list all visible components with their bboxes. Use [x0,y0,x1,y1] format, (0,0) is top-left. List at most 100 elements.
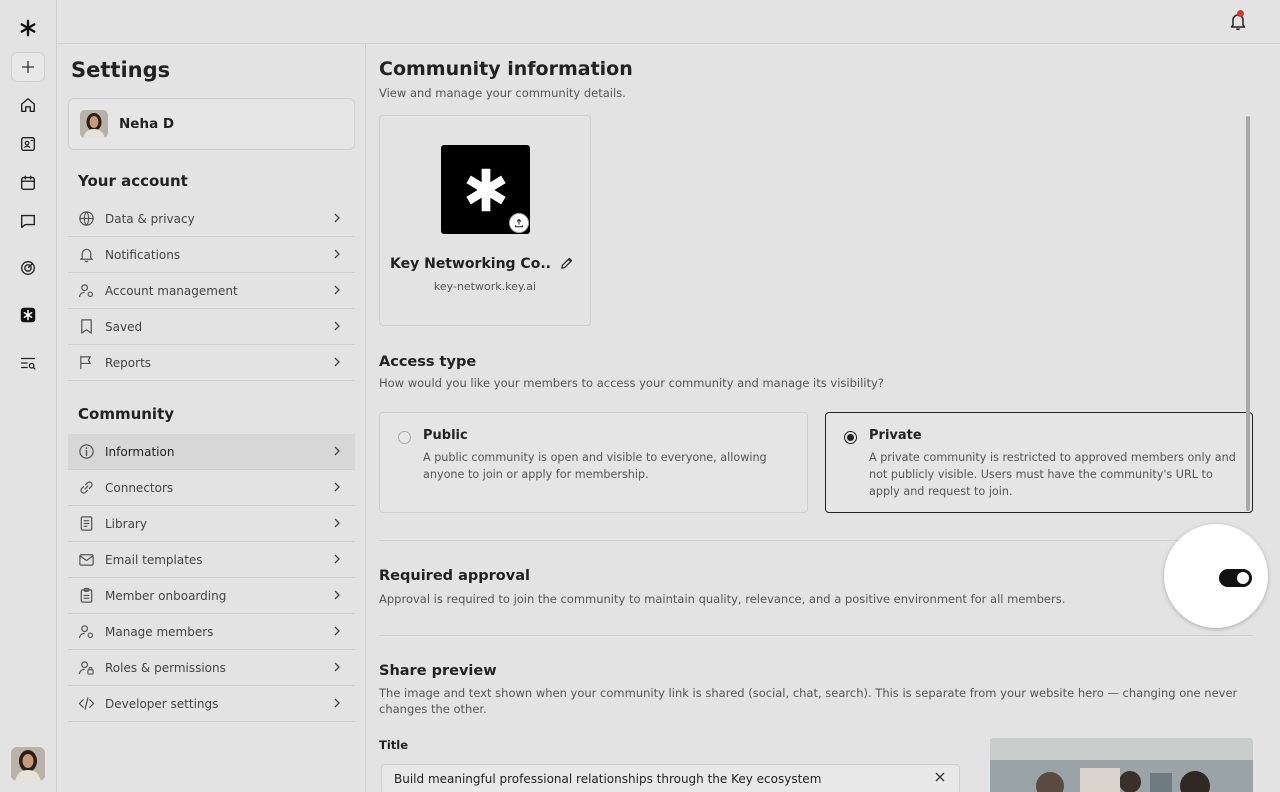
toggle-knob [1237,572,1249,584]
required-approval-toggle[interactable] [1219,569,1252,587]
top-bar [57,0,1280,44]
option-description: A private community is restricted to app… [869,451,1236,498]
divider [379,540,1253,541]
community-icon[interactable] [11,300,45,330]
nav-item-roles-permissions[interactable]: Roles & permissions [68,650,355,686]
user-lock-icon [78,659,95,676]
nav-label: Data & privacy [105,211,195,226]
chevron-right-icon [334,662,340,672]
chevron-right-icon [334,698,340,708]
avatar [80,110,108,138]
mail-icon [78,551,95,568]
chevron-right-icon [334,321,340,331]
required-approval-title: Required approval [379,568,530,584]
radio-selected-dot [847,434,854,441]
nav-label: Reports [105,355,152,370]
nav-item-connectors[interactable]: Connectors [68,470,355,506]
account-nav: Data & privacy Notifications Account man… [68,201,355,381]
pencil-icon[interactable] [559,256,574,271]
chevron-right-icon [334,626,340,636]
community-information-main: Community information View and manage yo… [366,44,1280,792]
community-heading: Community [78,405,175,423]
settings-panel: Settings Neha D Your account Data & priv… [57,44,366,792]
public-radio[interactable] [398,431,411,444]
calendar-icon[interactable] [11,168,45,198]
add-icon[interactable] [11,52,45,82]
nav-item-manage-members[interactable]: Manage members [68,614,355,650]
upload-icon[interactable] [509,213,529,233]
clipboard-icon [78,587,95,604]
title-field-label: Title [379,738,409,752]
nav-item-account-management[interactable]: Account management [68,273,355,309]
nav-label: Roles & permissions [105,660,226,675]
access-option-public[interactable]: Public A public community is open and vi… [379,412,808,513]
chevron-right-icon [334,285,340,295]
access-option-private[interactable]: Private A private community is restricte… [825,412,1253,513]
option-description: A public community is open and visible t… [423,451,767,481]
share-preview-title: Share preview [379,663,497,679]
community-url: key-network.key.ai [433,280,537,293]
required-approval-description: Approval is required to join the communi… [379,592,1066,606]
nav-item-information[interactable]: Information [68,434,355,470]
page-title: Community information [379,58,633,80]
user-gear-icon [78,282,95,299]
nav-label: Information [105,444,175,459]
nav-label: Notifications [105,247,181,262]
search-list-icon[interactable] [11,348,45,378]
your-account-heading: Your account [78,172,188,190]
share-preview-description: The image and text shown when your commu… [379,686,1238,716]
chevron-right-icon [334,554,340,564]
nav-item-email-templates[interactable]: Email templates [68,542,355,578]
info-icon [78,443,95,460]
chevron-right-icon [334,590,340,600]
toggle-highlight [1164,524,1268,628]
close-icon[interactable] [934,771,946,783]
nav-label: Saved [105,319,143,334]
bookmark-icon [78,318,95,335]
contacts-icon[interactable] [11,129,45,159]
share-preview-image[interactable] [990,738,1253,792]
code-icon [78,695,95,712]
nav-item-library[interactable]: Library [68,506,355,542]
settings-title: Settings [71,58,171,82]
chevron-right-icon [334,482,340,492]
chevron-right-icon [334,249,340,259]
users-gear-icon [78,623,95,640]
user-name: Neha D [119,116,175,132]
chevron-right-icon [334,357,340,367]
key-logo-icon [465,168,506,211]
community-card: Key Networking Co... key-network.key.ai [379,115,591,326]
option-title: Public [423,428,468,443]
nav-label: Email templates [105,552,203,567]
divider [379,635,1253,636]
nav-item-notifications[interactable]: Notifications [68,237,355,273]
globe-icon [78,210,95,227]
home-icon[interactable] [11,90,45,120]
user-card[interactable]: Neha D [68,98,355,150]
nav-item-developer-settings[interactable]: Developer settings [68,686,355,722]
app-rail [0,0,57,792]
share-title-input[interactable]: Build meaningful professional relationsh… [381,764,960,792]
nav-item-reports[interactable]: Reports [68,345,355,381]
nav-label: Library [105,516,147,531]
chevron-right-icon [334,213,340,223]
nav-item-saved[interactable]: Saved [68,309,355,345]
nav-label: Member onboarding [105,588,227,603]
community-nav: Information Connectors Library Email tem… [68,434,355,722]
scrollbar[interactable] [1246,116,1250,511]
avatar[interactable] [11,747,45,781]
link-icon [78,479,95,496]
chat-icon[interactable] [11,206,45,236]
flag-icon [78,354,95,371]
page-subtitle: View and manage your community details. [379,86,626,100]
key-logo-icon[interactable] [11,13,45,43]
nav-item-data-privacy[interactable]: Data & privacy [68,201,355,237]
notification-dot [1237,10,1244,17]
analytics-icon[interactable] [11,253,45,283]
bell-icon [78,246,95,263]
nav-item-member-onboarding[interactable]: Member onboarding [68,578,355,614]
chevron-right-icon [334,446,340,456]
nav-label: Account management [105,283,238,298]
access-type-subtitle: How would you like your members to acces… [379,376,884,390]
private-radio[interactable] [844,431,857,444]
